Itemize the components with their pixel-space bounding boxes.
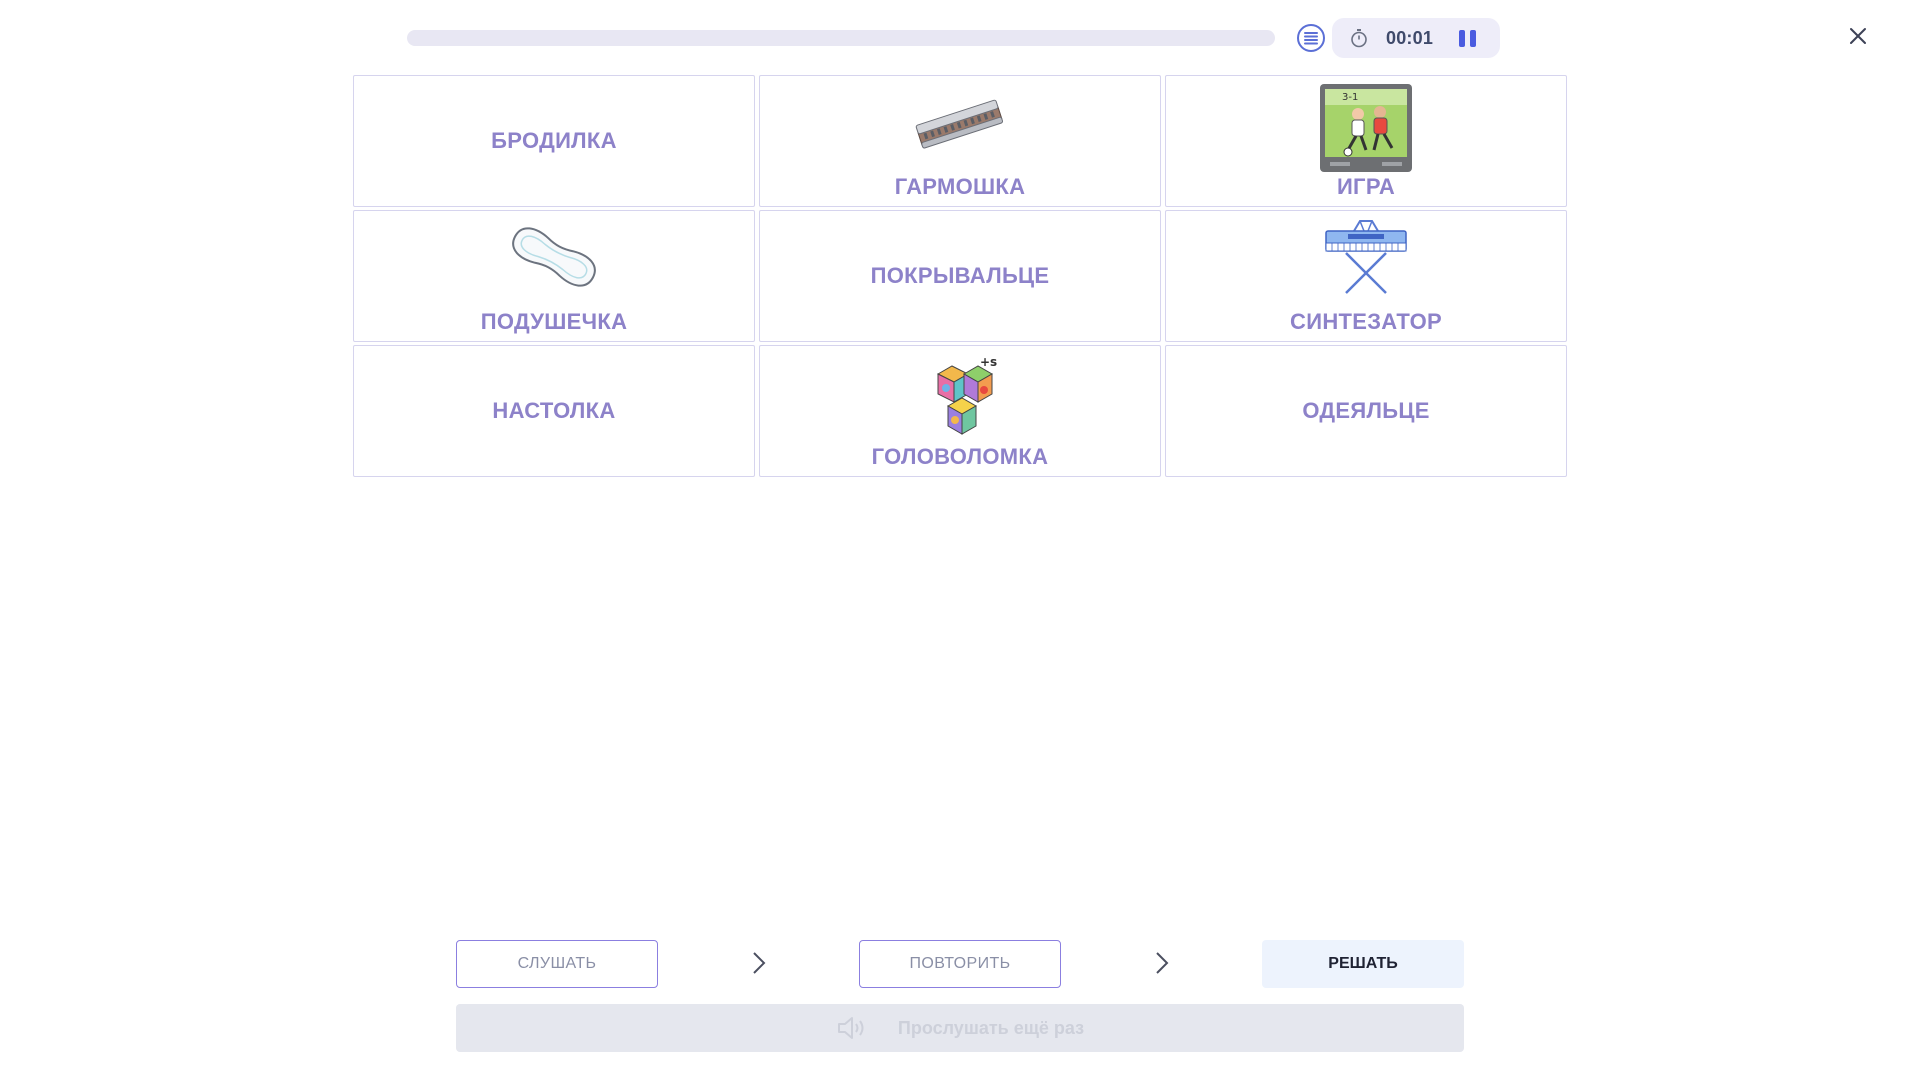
puzzle-cubes-icon: +s <box>936 355 997 435</box>
card-word: ГАРМОШКА <box>894 174 1026 199</box>
repeat-button[interactable]: ПОВТОРИТЬ <box>859 940 1061 988</box>
word-grid: БРОДИЛКА ГАРМОШКА 3-1 ИГРА ПОДУШЕЧКА ПОК… <box>353 75 1567 478</box>
pause-icon <box>1459 29 1466 47</box>
solve-button[interactable]: РЕШАТЬ <box>1262 940 1464 988</box>
card-word: НАСТОЛКА <box>492 398 616 423</box>
word-card[interactable]: СИНТЕЗАТОР <box>1165 210 1567 342</box>
card-word: БРОДИЛКА <box>491 128 617 153</box>
card-word: ИГРА <box>1336 174 1396 199</box>
word-card[interactable]: 3-1 ИГРА <box>1165 75 1567 207</box>
word-card[interactable]: ПОКРЫВАЛЬЦЕ <box>759 210 1161 342</box>
harmonica-icon <box>915 99 1004 149</box>
football-tv-icon: 3-1 <box>1320 84 1412 172</box>
word-card[interactable]: НАСТОЛКА <box>353 345 755 477</box>
timer-panel: 00:01 <box>1332 18 1500 58</box>
card-word: ГОЛОВОЛОМКА <box>871 444 1049 469</box>
replay-label: Прослушать ещё раз <box>897 1017 1085 1038</box>
card-word: ПОКРЫВАЛЬЦЕ <box>870 263 1050 288</box>
word-card[interactable]: ОДЕЯЛЬЦЕ <box>1165 345 1567 477</box>
card-word: ПОДУШЕЧКА <box>480 309 628 334</box>
list-button[interactable] <box>1297 24 1325 52</box>
svg-text:+s: +s <box>980 355 997 369</box>
speaker-icon <box>837 1017 864 1039</box>
card-word: СИНТЕЗАТОР <box>1290 309 1442 334</box>
word-card[interactable]: БРОДИЛКА <box>353 75 755 207</box>
word-card[interactable]: ГАРМОШКА <box>759 75 1161 207</box>
stopwatch-icon <box>1351 29 1367 48</box>
pad-icon <box>512 227 596 287</box>
chevron-right-icon <box>753 952 766 974</box>
chevron-right-icon <box>1156 952 1169 974</box>
word-card[interactable]: +s ГОЛОВОЛОМКА <box>759 345 1161 477</box>
list-icon <box>1304 32 1318 45</box>
card-word: ОДЕЯЛЬЦЕ <box>1302 398 1430 423</box>
synthesizer-icon <box>1325 220 1407 294</box>
svg-text:3-1: 3-1 <box>1342 92 1358 103</box>
progress-bar <box>407 30 1275 46</box>
pause-button[interactable] <box>1459 29 1477 47</box>
word-card[interactable]: ПОДУШЕЧКА <box>353 210 755 342</box>
listen-button[interactable]: СЛУШАТЬ <box>456 940 658 988</box>
replay-button[interactable]: Прослушать ещё раз <box>456 1004 1464 1052</box>
timer-display: 00:01 <box>1386 27 1434 48</box>
close-icon[interactable] <box>1846 24 1870 48</box>
